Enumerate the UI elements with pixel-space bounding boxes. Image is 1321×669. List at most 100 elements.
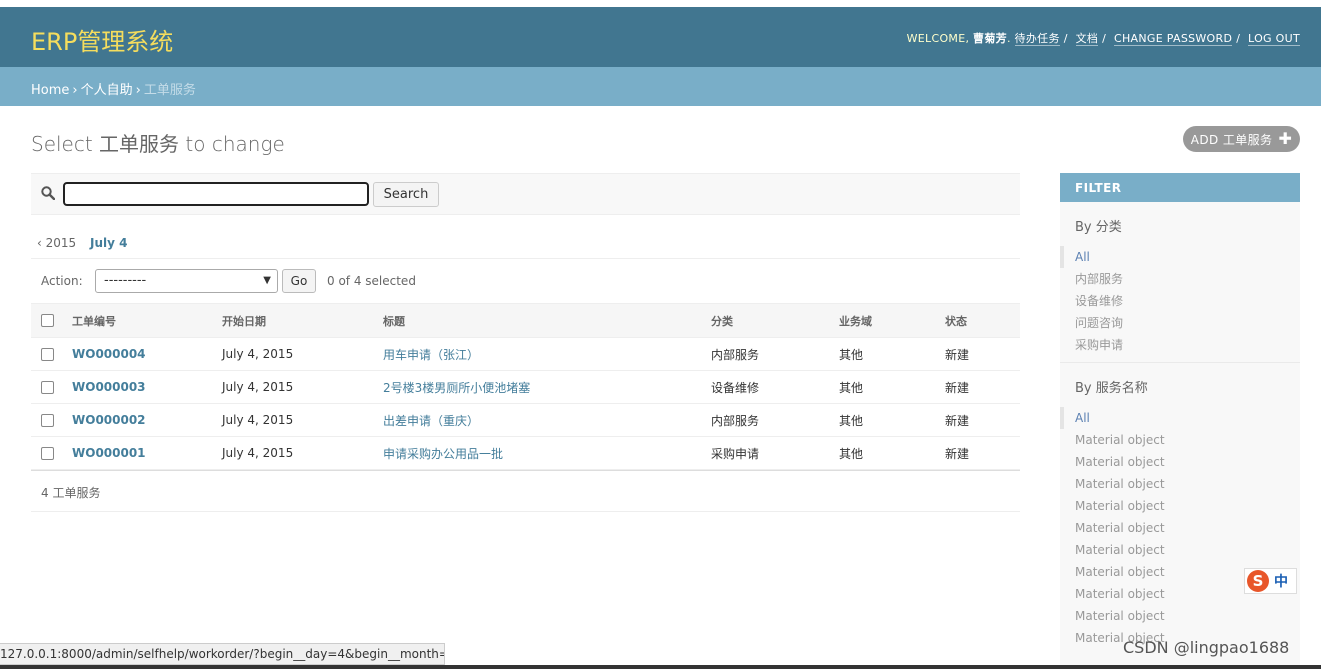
row-title-link[interactable]: 用车申请（张江）	[383, 348, 479, 362]
filter-list-category: All 内部服务 设备维修 问题咨询 采购申请	[1060, 246, 1300, 356]
action-label: Action:	[41, 274, 83, 288]
row-status: 新建	[945, 370, 1020, 404]
table-row: WO000002 July 4, 2015 出差申请（重庆） 内部服务 其他 新…	[31, 403, 1020, 437]
filter-item-all[interactable]: All	[1075, 411, 1090, 425]
logout-link[interactable]: LOG OUT	[1248, 32, 1300, 46]
column-header-status[interactable]: 状态	[945, 303, 1020, 338]
search-toolbar: Search	[31, 173, 1020, 215]
filter-item-all[interactable]: All	[1075, 250, 1090, 264]
filter-item[interactable]: Material object	[1075, 477, 1165, 491]
page-title: Select 工单服务 to change	[31, 132, 285, 156]
taskbar-edge	[0, 665, 1321, 669]
row-status: 新建	[945, 337, 1020, 371]
result-table: 工单编号 开始日期 标题 分类 业务域 状态 WO000004 July 4, …	[31, 303, 1020, 470]
column-header-category[interactable]: 分类	[711, 303, 839, 338]
filter-item[interactable]: Material object	[1075, 587, 1165, 601]
welcome-text: WELCOME,	[906, 32, 970, 45]
username: 曹菊芳	[973, 32, 1007, 45]
row-checkbox[interactable]	[41, 414, 54, 427]
column-header-title[interactable]: 标题	[383, 303, 711, 338]
filter-heading-category: By 分类	[1075, 220, 1122, 235]
row-domain: 其他	[839, 403, 945, 437]
breadcrumb-current: 工单服务	[143, 83, 196, 98]
filter-item[interactable]: 设备维修	[1075, 294, 1123, 308]
row-category: 设备维修	[711, 370, 839, 404]
filter-item[interactable]: Material object	[1075, 565, 1165, 579]
select-all-checkbox[interactable]	[41, 314, 54, 328]
filter-item[interactable]: Material object	[1075, 455, 1165, 469]
action-select[interactable]: --------- ▼	[95, 269, 278, 293]
workorder-id-link[interactable]: WO000001	[72, 446, 146, 460]
row-domain: 其他	[839, 370, 945, 404]
row-checkbox[interactable]	[41, 447, 54, 460]
selected-count: 0 of 4 selected	[327, 274, 416, 288]
row-status: 新建	[945, 403, 1020, 437]
row-domain: 其他	[839, 436, 945, 470]
row-date: July 4, 2015	[222, 337, 383, 371]
filter-item[interactable]: Material object	[1075, 499, 1165, 513]
row-domain: 其他	[839, 337, 945, 371]
filter-title: FILTER	[1060, 173, 1300, 202]
workorder-id-link[interactable]: WO000004	[72, 347, 146, 361]
row-checkbox[interactable]	[41, 381, 54, 394]
plus-icon: ✚	[1278, 129, 1293, 148]
breadcrumb-home[interactable]: Home	[31, 83, 69, 98]
table-row: WO000003 July 4, 2015 2号楼3楼男厕所小便池堵塞 设备维修…	[31, 370, 1020, 404]
filter-item[interactable]: 内部服务	[1075, 272, 1123, 286]
divider	[1060, 362, 1300, 363]
browser-status-bar: 127.0.0.1:8000/admin/selfhelp/workorder/…	[0, 643, 445, 665]
filter-item[interactable]: Material object	[1075, 521, 1165, 535]
breadcrumb-self-service[interactable]: 个人自助	[81, 83, 133, 98]
paginator: 4 工单服务	[31, 470, 1020, 512]
site-brand[interactable]: ERP管理系统	[31, 22, 173, 57]
row-category: 内部服务	[711, 337, 839, 371]
row-category: 内部服务	[711, 403, 839, 437]
table-header-row: 工单编号 开始日期 标题 分类 业务域 状态	[31, 303, 1020, 338]
row-title-link[interactable]: 申请采购办公用品一批	[383, 447, 503, 461]
search-button[interactable]: Search	[373, 182, 439, 207]
go-button[interactable]: Go	[282, 269, 316, 293]
column-header-id[interactable]: 工单编号	[72, 303, 222, 338]
date-hierarchy: ‹ 2015 July 4	[31, 236, 1020, 259]
filter-item[interactable]: Material object	[1075, 543, 1165, 557]
todo-tasks-link[interactable]: 待办任务	[1014, 32, 1060, 46]
row-date: July 4, 2015	[222, 436, 383, 470]
header: ERP管理系统 WELCOME, 曹菊芳. 待办任务 / 文档 / CHANGE P…	[0, 7, 1321, 67]
date-back-link[interactable]: ‹ 2015	[37, 236, 76, 250]
user-tools: WELCOME, 曹菊芳. 待办任务 / 文档 / CHANGE PASSWORD /…	[906, 32, 1300, 46]
row-title-link[interactable]: 出差申请（重庆）	[383, 414, 479, 428]
workorder-id-link[interactable]: WO000002	[72, 413, 146, 427]
row-status: 新建	[945, 436, 1020, 470]
row-title-link[interactable]: 2号楼3楼男厕所小便池堵塞	[383, 381, 530, 395]
change-password-link[interactable]: CHANGE PASSWORD	[1113, 32, 1233, 46]
search-icon	[41, 186, 56, 204]
row-date: July 4, 2015	[222, 370, 383, 404]
docs-link[interactable]: 文档	[1075, 32, 1099, 46]
filter-panel: FILTER By 分类 All 内部服务 设备维修 问题咨询 采购申请 By …	[1060, 173, 1300, 669]
workorder-id-link[interactable]: WO000003	[72, 380, 146, 394]
filter-item[interactable]: Material object	[1075, 609, 1165, 623]
ime-mode-label: 中	[1274, 574, 1288, 590]
table-row: WO000001 July 4, 2015 申请采购办公用品一批 采购申请 其他…	[31, 436, 1020, 470]
filter-item[interactable]: Material object	[1075, 433, 1165, 447]
row-date: July 4, 2015	[222, 403, 383, 437]
ime-indicator[interactable]: S 中	[1244, 568, 1297, 594]
filter-item[interactable]: 采购申请	[1075, 338, 1123, 352]
column-header-start-date[interactable]: 开始日期	[222, 303, 383, 338]
action-selected-value: ---------	[104, 273, 147, 288]
row-category: 采购申请	[711, 436, 839, 470]
sogou-icon: S	[1247, 570, 1269, 592]
actions-bar: Action: --------- ▼ Go 0 of 4 selected	[31, 266, 1020, 296]
filter-heading-service-name: By 服务名称	[1075, 381, 1148, 396]
search-input[interactable]	[63, 182, 369, 206]
table-row: WO000004 July 4, 2015 用车申请（张江） 内部服务 其他 新…	[31, 337, 1020, 371]
add-workorder-button[interactable]: ADD 工单服务 ✚	[1183, 126, 1300, 152]
row-checkbox[interactable]	[41, 348, 54, 361]
add-button-label: ADD 工单服务	[1190, 132, 1273, 147]
watermark: CSDN @lingpao1688	[1123, 638, 1290, 657]
chevron-down-icon: ▼	[263, 275, 271, 286]
column-header-domain[interactable]: 业务域	[839, 303, 945, 338]
filter-item[interactable]: 问题咨询	[1075, 316, 1123, 330]
date-current[interactable]: July 4	[90, 236, 127, 250]
breadcrumb: Home › 个人自助 › 工单服务	[0, 67, 1321, 106]
